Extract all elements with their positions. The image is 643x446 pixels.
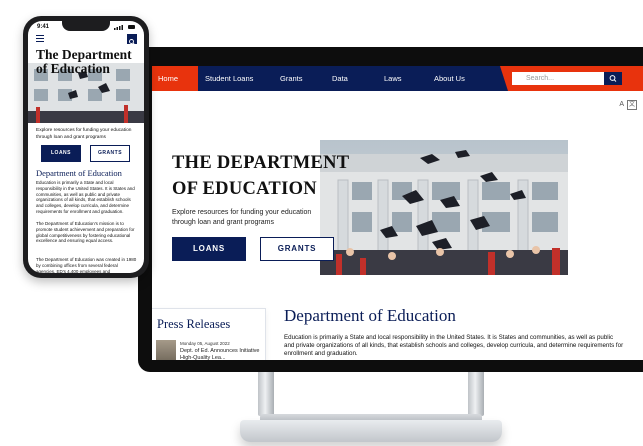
search-input[interactable]: Search... bbox=[512, 72, 604, 85]
mobile-search-icon[interactable] bbox=[127, 34, 137, 46]
status-time: 9:41 bbox=[37, 24, 50, 30]
hero-title: THE DEPARTMENT OF EDUCATION bbox=[172, 150, 349, 202]
press-releases-card: Press Releases Monday 05, August 2022 De… bbox=[152, 308, 266, 360]
accessibility-tools: A文 bbox=[619, 100, 637, 110]
text-size-icon[interactable]: A bbox=[619, 101, 624, 108]
mobile-paragraph-2: The Department of Education's mission is… bbox=[36, 221, 135, 244]
department-heading: Department of Education bbox=[284, 306, 456, 325]
nav-student-loans[interactable]: Student Loans bbox=[205, 66, 253, 91]
nav-data[interactable]: Data bbox=[332, 66, 348, 91]
mobile-page-title: The Department of Education bbox=[36, 47, 132, 76]
signal-icon bbox=[114, 25, 135, 30]
department-description: Education is primarily a State and local… bbox=[284, 334, 624, 357]
status-icons bbox=[114, 24, 136, 32]
hero-subtitle: Explore resources for funding your educa… bbox=[172, 209, 312, 226]
phone-notch bbox=[62, 21, 110, 31]
press-releases-title: Press Releases bbox=[157, 317, 231, 331]
top-navigation: Home Student Loans Grants Data Laws Abou… bbox=[152, 66, 643, 91]
mobile-loans-button[interactable]: LOANS bbox=[41, 145, 81, 162]
hamburger-menu-icon[interactable] bbox=[36, 35, 44, 42]
search-button[interactable] bbox=[604, 72, 622, 85]
desktop-monitor: Home Student Loans Grants Data Laws Abou… bbox=[138, 47, 643, 372]
press-release-date: Monday 05, August 2022 bbox=[180, 341, 230, 346]
hero-graduation-photo bbox=[320, 140, 568, 275]
hero-title-line2: OF EDUCATION bbox=[172, 179, 317, 199]
nav-home[interactable]: Home bbox=[158, 66, 178, 91]
search-icon bbox=[609, 75, 617, 82]
mobile-subtitle: Explore resources for funding your educa… bbox=[36, 128, 132, 140]
translate-icon[interactable]: 文 bbox=[626, 100, 637, 110]
press-release-headline[interactable]: Dept. of Ed. Announces Initiative High-Q… bbox=[180, 348, 260, 360]
grants-button[interactable]: GRANTS bbox=[260, 237, 334, 261]
mobile-grants-button[interactable]: GRANTS bbox=[90, 145, 130, 162]
nav-about-us[interactable]: About Us bbox=[434, 66, 465, 91]
desktop-screen: Home Student Loans Grants Data Laws Abou… bbox=[152, 66, 643, 360]
mobile-paragraph-3: The Department of Education was created … bbox=[36, 257, 137, 273]
loans-button[interactable]: LOANS bbox=[172, 237, 246, 261]
press-release-thumbnail[interactable] bbox=[156, 340, 176, 360]
hero-title-line1: THE DEPARTMENT bbox=[172, 153, 350, 173]
mobile-phone: 9:41 The Department of Education Explore… bbox=[23, 16, 149, 278]
monitor-stand-base bbox=[240, 420, 502, 442]
mobile-department-heading: Department of Education bbox=[36, 168, 122, 178]
mobile-screen: 9:41 The Department of Education Explore… bbox=[28, 21, 144, 273]
nav-laws[interactable]: Laws bbox=[384, 66, 402, 91]
nav-grants[interactable]: Grants bbox=[280, 66, 303, 91]
mobile-paragraph-1: Education is primarily a State and local… bbox=[36, 180, 135, 214]
